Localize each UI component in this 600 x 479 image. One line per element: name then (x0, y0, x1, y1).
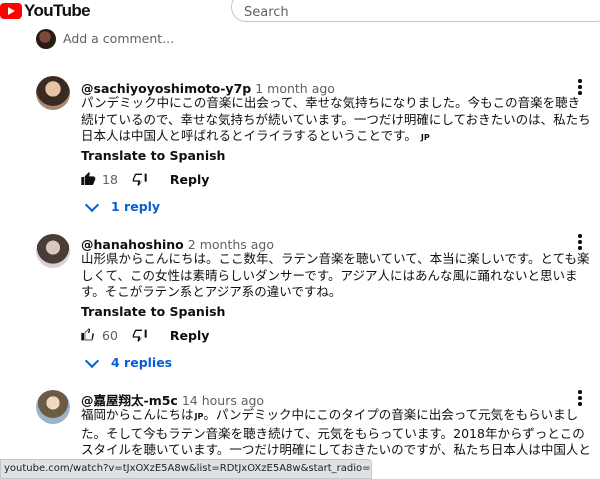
reply-button[interactable]: Reply (170, 328, 209, 343)
comment-author[interactable]: @hanahoshino (81, 237, 184, 252)
translate-button[interactable]: Translate to Spanish (81, 148, 225, 163)
comment-body: 山形県からこんにちは。ここ数年、ラテン音楽を聴いていて、本当に楽しいです。とても… (81, 251, 590, 299)
like-count: 18 (102, 171, 118, 187)
replies-count: 4 replies (111, 355, 173, 370)
avatar[interactable] (36, 76, 70, 110)
comment-time[interactable]: 14 hours ago (182, 393, 264, 408)
youtube-play-icon (0, 3, 22, 19)
more-actions-icon[interactable] (578, 234, 582, 250)
current-user-avatar (36, 29, 56, 49)
chevron-down-icon (84, 197, 100, 212)
search-input[interactable]: Search (231, 0, 600, 22)
thumbs-up-outline-icon[interactable] (80, 327, 96, 343)
search-placeholder: Search (244, 5, 289, 20)
add-comment-input[interactable]: Add a comment... (63, 31, 174, 46)
comment-body: パンデミック中にこの音楽に出会って、幸せな気持ちになりました。今もこの音楽を聴き… (81, 95, 591, 143)
view-replies-button[interactable]: 4 replies (83, 353, 173, 370)
comment-body-start: 福岡からこんにちは (81, 407, 194, 422)
status-bar-url: youtube.com/watch?v=tJxOXzE5A8w&list=RDt… (0, 459, 372, 479)
thumbs-down-icon[interactable] (132, 327, 148, 343)
comment-actions: 60 Reply (80, 327, 209, 343)
comment-text: 福岡からこんにちはJP。パンデミック中にこのタイプの音楽に出会って元気をもらいま… (81, 407, 591, 459)
view-replies-button[interactable]: 1 reply (83, 197, 161, 214)
comment-time[interactable]: 2 months ago (188, 237, 274, 252)
comment-time[interactable]: 1 month ago (255, 81, 335, 96)
comment-text: パンデミック中にこの音楽に出会って、幸せな気持ちになりました。今もこの音楽を聴き… (81, 95, 591, 147)
reply-button[interactable]: Reply (170, 172, 209, 187)
logo-text: YouTube (24, 1, 91, 20)
more-actions-icon[interactable] (578, 79, 582, 95)
comment-text: 山形県からこんにちは。ここ数年、ラテン音楽を聴いていて、本当に楽しいです。とても… (81, 251, 591, 301)
replies-count: 1 reply (111, 199, 161, 214)
like-count: 60 (102, 327, 118, 343)
comment-author[interactable]: @sachiyoyoshimoto-y7p (81, 81, 251, 96)
thumbs-down-icon[interactable] (132, 171, 148, 187)
youtube-logo[interactable]: YouTube (0, 0, 91, 22)
more-actions-icon[interactable] (578, 390, 582, 406)
comment-actions: 18 Reply (80, 171, 209, 187)
comment-author[interactable]: @嘉屋翔太-m5c (81, 393, 178, 408)
language-tag: JP (420, 133, 430, 142)
avatar[interactable] (36, 234, 70, 268)
avatar[interactable] (36, 390, 70, 424)
translate-button[interactable]: Translate to Spanish (81, 304, 225, 319)
chevron-down-icon (84, 353, 100, 368)
thumbs-up-icon[interactable] (80, 171, 96, 187)
